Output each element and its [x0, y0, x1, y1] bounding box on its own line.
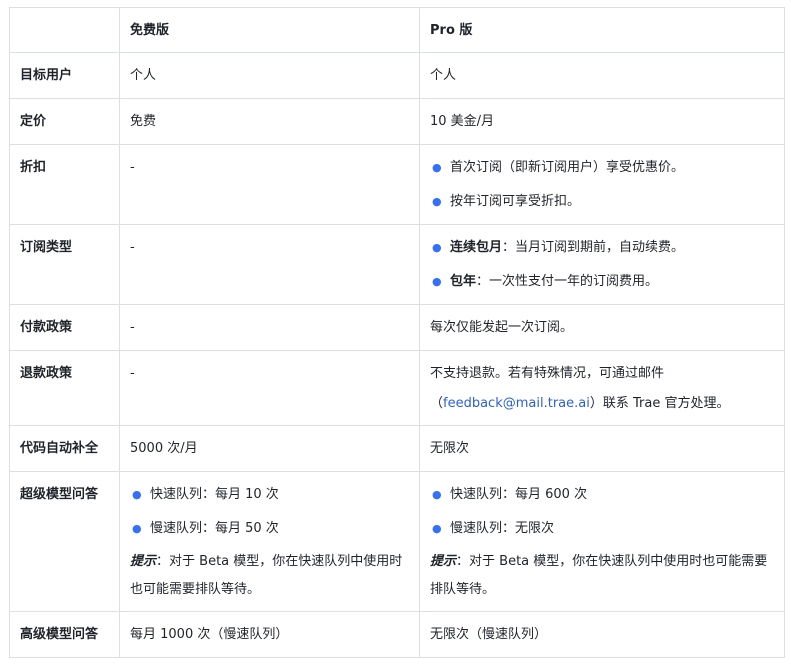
table-row: 付款政策 - 每次仅能发起一次订阅。: [9, 304, 785, 351]
table-row: 退款政策 - 不支持退款。若有特殊情况，可通过邮件 （feedback@mail…: [9, 350, 785, 426]
pro-subscription-type: ● 连续包月：当月订阅到期前，自动续费。 ● 包年：一次性支付一年的订阅费用。: [419, 224, 785, 305]
table-row: 高级模型问答 每月 1000 次（慢速队列） 无限次（慢速队列）: [9, 611, 785, 658]
row-label-super-model-qa: 超级模型问答: [9, 471, 120, 612]
list-item-text: 首次订阅（即新订阅用户）享受优惠价。: [450, 160, 685, 175]
table-row: 折扣 - ● 首次订阅（即新订阅用户）享受优惠价。 ● 按年订阅可享受折扣。: [9, 144, 785, 225]
refund-line-1: 不支持退款。若有特殊情况，可通过邮件: [430, 366, 665, 381]
free-discount: -: [119, 144, 420, 225]
hint-label: 提示: [130, 554, 157, 569]
row-label-target-user: 目标用户: [9, 52, 120, 99]
list-item-text: ：当月订阅到期前，自动续费。: [502, 240, 685, 255]
free-advanced-model-qa: 每月 1000 次（慢速队列）: [119, 611, 420, 658]
table-row: 代码自动补全 5000 次/月 无限次: [9, 425, 785, 472]
list-item-bold: 连续包月: [450, 240, 503, 255]
pro-price: 10 美金/月: [419, 98, 785, 145]
bullet-dot-icon: ●: [432, 241, 442, 254]
feedback-email-link[interactable]: feedback@mail.trae.ai: [443, 396, 590, 411]
bullet-dot-icon: ●: [432, 195, 442, 208]
header-free-plan: 免费版: [119, 7, 420, 53]
pro-advanced-model-qa: 无限次（慢速队列）: [419, 611, 785, 658]
list-item: ● 慢速队列：无限次: [430, 514, 774, 544]
refund-line-2: （feedback@mail.trae.ai）联系 Trae 官方处理。: [430, 389, 774, 419]
free-refund-policy: -: [119, 350, 420, 426]
list-item-text: ：一次性支付一年的订阅费用。: [476, 274, 659, 289]
list-item-text: 慢速队列：每月 50 次: [150, 521, 279, 536]
row-label-discount: 折扣: [9, 144, 120, 225]
refund-contact-text: ）联系 Trae 官方处理。: [589, 396, 730, 411]
header-pro-plan: Pro 版: [419, 7, 785, 53]
list-item-text: 慢速队列：无限次: [450, 521, 555, 536]
free-price: 免费: [119, 98, 420, 145]
free-code-completion: 5000 次/月: [119, 425, 420, 472]
list-item-bold: 包年: [450, 274, 477, 289]
pro-code-completion: 无限次: [419, 425, 785, 472]
list-item: ● 按年订阅可享受折扣。: [430, 187, 774, 217]
row-label-payment-policy: 付款政策: [9, 304, 120, 351]
pro-super-model-qa: ● 快速队列：每月 600 次 ● 慢速队列：无限次 提示：对于 Beta 模型，你…: [419, 471, 785, 612]
pro-target-user: 个人: [419, 52, 785, 99]
hint-text: ：对于 Beta 模型，你在快速队列中使用时也可能需要排队等待。: [130, 554, 403, 597]
list-item-text: 按年订阅可享受折扣。: [450, 194, 581, 209]
header-empty-cell: [9, 7, 120, 53]
table-row: 订阅类型 - ● 连续包月：当月订阅到期前，自动续费。 ● 包年：一次性支付一年的订…: [9, 224, 785, 305]
bullet-dot-icon: ●: [432, 275, 442, 288]
pricing-comparison-table: 免费版 Pro 版 目标用户 个人 个人 定价 免费 10 美金/月 折扣 - …: [9, 7, 785, 658]
row-label-code-completion: 代码自动补全: [9, 425, 120, 472]
row-label-price: 定价: [9, 98, 120, 145]
list-item: ● 快速队列：每月 600 次: [430, 480, 774, 510]
bullet-dot-icon: ●: [132, 488, 142, 501]
table-row: 定价 免费 10 美金/月: [9, 98, 785, 145]
pro-super-model-list: ● 快速队列：每月 600 次 ● 慢速队列：无限次: [430, 480, 774, 544]
pro-payment-policy: 每次仅能发起一次订阅。: [419, 304, 785, 351]
hint-label: 提示: [430, 554, 457, 569]
pro-hint-note: 提示：对于 Beta 模型，你在快速队列中使用时也可能需要排队等待。: [430, 548, 774, 604]
bullet-dot-icon: ●: [432, 522, 442, 535]
free-hint-note: 提示：对于 Beta 模型，你在快速队列中使用时也可能需要排队等待。: [130, 548, 409, 604]
free-target-user: 个人: [119, 52, 420, 99]
row-label-refund-policy: 退款政策: [9, 350, 120, 426]
bullet-dot-icon: ●: [132, 522, 142, 535]
table-header-row: 免费版 Pro 版: [9, 7, 785, 53]
free-subscription-type: -: [119, 224, 420, 305]
table-row: 目标用户 个人 个人: [9, 52, 785, 99]
table-row: 超级模型问答 ● 快速队列：每月 10 次 ● 慢速队列：每月 50 次 提示：对于…: [9, 471, 785, 612]
bullet-dot-icon: ●: [432, 488, 442, 501]
pro-discount: ● 首次订阅（即新订阅用户）享受优惠价。 ● 按年订阅可享受折扣。: [419, 144, 785, 225]
free-payment-policy: -: [119, 304, 420, 351]
list-item: ● 慢速队列：每月 50 次: [130, 514, 409, 544]
hint-text: ：对于 Beta 模型，你在快速队列中使用时也可能需要排队等待。: [430, 554, 768, 597]
bullet-dot-icon: ●: [432, 161, 442, 174]
pro-discount-list: ● 首次订阅（即新订阅用户）享受优惠价。 ● 按年订阅可享受折扣。: [430, 153, 774, 217]
list-item: ● 首次订阅（即新订阅用户）享受优惠价。: [430, 153, 774, 183]
free-super-model-list: ● 快速队列：每月 10 次 ● 慢速队列：每月 50 次: [130, 480, 409, 544]
pro-subscription-list: ● 连续包月：当月订阅到期前，自动续费。 ● 包年：一次性支付一年的订阅费用。: [430, 233, 774, 297]
paren-open: （: [430, 396, 444, 411]
list-item: ● 快速队列：每月 10 次: [130, 480, 409, 510]
list-item-text: 快速队列：每月 10 次: [150, 487, 279, 502]
list-item-text: 快速队列：每月 600 次: [450, 487, 588, 502]
pro-refund-policy: 不支持退款。若有特殊情况，可通过邮件 （feedback@mail.trae.a…: [419, 350, 785, 426]
row-label-subscription-type: 订阅类型: [9, 224, 120, 305]
list-item: ● 包年：一次性支付一年的订阅费用。: [430, 267, 774, 297]
list-item: ● 连续包月：当月订阅到期前，自动续费。: [430, 233, 774, 263]
free-super-model-qa: ● 快速队列：每月 10 次 ● 慢速队列：每月 50 次 提示：对于 Beta 模…: [119, 471, 420, 612]
row-label-advanced-model-qa: 高级模型问答: [9, 611, 120, 658]
